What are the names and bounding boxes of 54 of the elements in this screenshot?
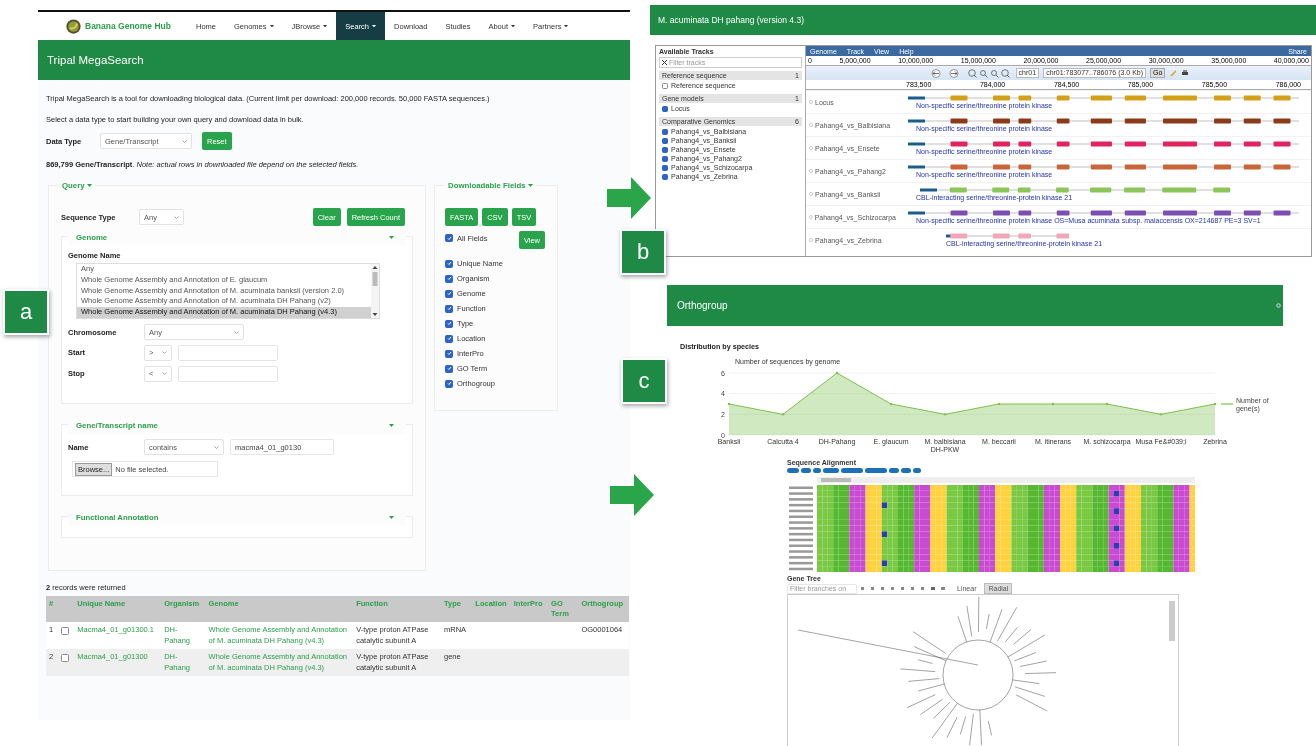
caret-icon <box>389 235 394 239</box>
chevron-down-icon <box>234 330 239 334</box>
checkbox[interactable] <box>445 259 453 268</box>
track-checkbox[interactable] <box>662 164 668 171</box>
arrow-icon <box>610 474 654 516</box>
track-checkbox[interactable] <box>662 173 668 180</box>
chevron-down-icon <box>162 372 167 375</box>
track-checkbox[interactable] <box>662 105 668 112</box>
checkbox[interactable] <box>445 379 453 388</box>
caret-icon <box>86 184 92 187</box>
start-input[interactable] <box>178 344 278 361</box>
caret-icon <box>323 24 328 28</box>
chevron-down-icon <box>162 351 167 354</box>
chevron-down-icon <box>182 139 187 143</box>
page-title: Tripal MegaSearch <box>47 54 144 66</box>
checkbox[interactable] <box>445 234 453 242</box>
panel-title: M. acuminata DH pahang (version 4.3) <box>658 15 804 25</box>
banana-logo-icon <box>66 18 81 34</box>
checkbox[interactable] <box>445 364 453 373</box>
caret-icon <box>389 423 394 427</box>
scrollbar[interactable] <box>1169 601 1175 641</box>
panel-label: c <box>621 358 667 404</box>
row-checkbox[interactable] <box>61 627 70 635</box>
chevron-down-icon <box>174 215 179 219</box>
row-checkbox[interactable] <box>61 654 70 662</box>
chevron-down-icon <box>214 445 219 449</box>
checkbox[interactable] <box>445 349 453 358</box>
track-checkbox[interactable] <box>662 155 668 162</box>
track-checkbox[interactable] <box>662 82 668 89</box>
caret-icon <box>527 184 533 187</box>
close-icon[interactable] <box>662 60 667 65</box>
printer-icon[interactable] <box>1181 69 1190 77</box>
caret-icon <box>389 515 394 519</box>
panel-label: a <box>3 289 49 335</box>
caret-icon <box>564 24 569 28</box>
panel-label: b <box>620 229 666 275</box>
scrollbar[interactable] <box>371 264 379 318</box>
arrow-icon <box>607 177 651 219</box>
genome-list[interactable] <box>76 263 380 319</box>
checkbox[interactable] <box>445 304 453 313</box>
caret-icon <box>372 24 377 28</box>
track-checkbox[interactable] <box>662 128 668 135</box>
checkbox[interactable] <box>445 289 453 298</box>
track-checkbox[interactable] <box>662 146 668 153</box>
caret-icon <box>269 24 274 28</box>
panel-title: Orthogroup <box>677 300 728 311</box>
stop-input[interactable] <box>178 365 278 382</box>
zoom-icon[interactable] <box>967 68 1012 78</box>
checkbox[interactable] <box>445 319 453 328</box>
caret-icon <box>511 24 516 28</box>
checkbox[interactable] <box>445 334 453 343</box>
checkbox[interactable] <box>445 274 453 283</box>
legend-line <box>1220 403 1234 405</box>
track-checkbox[interactable] <box>662 137 668 144</box>
